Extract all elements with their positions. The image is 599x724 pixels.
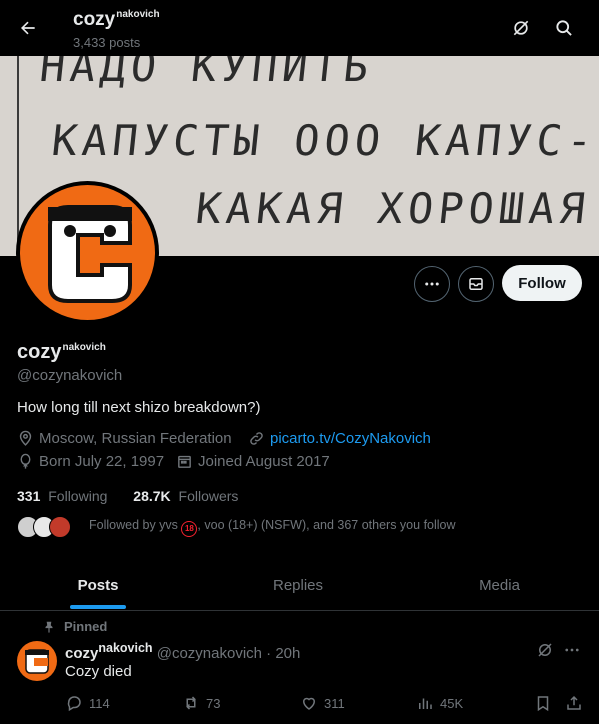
grok-slash-icon[interactable]: [507, 14, 535, 42]
share-button[interactable]: [565, 694, 583, 712]
message-button[interactable]: [458, 266, 494, 302]
profile-stats: 331 Following 28.7K Followers: [17, 488, 246, 504]
profile-joined: Joined August 2017: [176, 453, 330, 470]
more-dots-icon: [425, 282, 439, 286]
heart-icon: [302, 697, 316, 710]
repost-count: 73: [206, 695, 221, 711]
like-count: 311: [324, 695, 345, 711]
back-arrow-icon[interactable]: [14, 14, 42, 42]
banner-text-line1: НАДО КУПИТЬ: [37, 56, 376, 91]
avatar-logo-icon: [25, 649, 49, 674]
reply-icon: [67, 696, 81, 712]
display-name-text: cozy: [17, 341, 62, 363]
link-icon: [250, 432, 263, 445]
grok-slash-icon[interactable]: [536, 641, 554, 664]
tab-media[interactable]: Media: [400, 560, 599, 610]
tab-posts[interactable]: Posts: [0, 560, 196, 610]
envelope-icon: [469, 278, 483, 290]
birthday-text: Born July 22, 1997: [39, 453, 165, 470]
followed-by-prefix: Followed by yvs: [89, 517, 178, 532]
balloon-icon: [20, 453, 31, 469]
search-icon[interactable]: [550, 14, 578, 42]
location-pin-icon: [19, 430, 32, 446]
following-label: Following: [48, 488, 108, 504]
more-options-button[interactable]: [414, 266, 450, 302]
views-button[interactable]: 45K: [416, 694, 463, 712]
tweet-text: Cozy died: [65, 663, 132, 680]
following-link[interactable]: 331 Following: [17, 488, 111, 504]
active-tab-indicator: [70, 605, 126, 609]
profile-handle: @cozynakovich: [17, 367, 123, 384]
calendar-icon: [178, 455, 191, 468]
following-count: 331: [17, 488, 41, 504]
share-icon: [567, 695, 581, 710]
repost-icon: [186, 696, 196, 710]
header-name-sup: nakovich: [116, 9, 160, 20]
follower-avatar: [49, 516, 71, 538]
tweet-more-icon[interactable]: [563, 641, 581, 664]
pinned-text: Pinned: [64, 619, 108, 634]
pin-icon: [45, 621, 53, 633]
adult-badge-icon: 18: [181, 520, 198, 537]
tweet-handle-time[interactable]: @cozynakovich · 20h: [157, 645, 301, 662]
tweet-author-sup: nakovich: [98, 641, 153, 655]
display-name-sup: nakovich: [62, 342, 106, 353]
header-name-text: cozy: [73, 9, 116, 30]
location-text: Moscow, Russian Federation: [39, 430, 232, 447]
tweet-author-name[interactable]: cozynakovich: [65, 641, 153, 662]
profile-header-bar: cozynakovich 3,433 posts: [0, 0, 599, 56]
followers-link[interactable]: 28.7K Followers: [133, 488, 242, 504]
bookmark-button[interactable]: [534, 694, 552, 712]
followers-label: Followers: [178, 488, 239, 504]
tweet-author-avatar[interactable]: [17, 641, 57, 681]
followers-count: 28.7K: [133, 488, 171, 504]
profile-location: Moscow, Russian Federation: [17, 430, 232, 447]
banner-text-line3: КАКАЯ ХОРОШАЯ: [193, 184, 593, 233]
bookmark-icon: [537, 696, 549, 712]
followed-by-row[interactable]: Followed by yvs 18, voo (18+) (NSFW), an…: [17, 516, 456, 538]
header-post-count: 3,433 posts: [73, 35, 141, 50]
like-button[interactable]: 311: [300, 694, 345, 712]
profile-website[interactable]: picarto.tv/CozyNakovich: [248, 430, 431, 447]
joined-text: Joined August 2017: [198, 453, 330, 470]
tabs-divider: [0, 610, 599, 611]
tab-replies[interactable]: Replies: [200, 560, 396, 610]
followed-by-rest: , voo (18+) (NSFW), and 367 others you f…: [197, 517, 456, 532]
bar-chart-icon: [419, 698, 432, 709]
tweet-author-text: cozy: [65, 645, 99, 662]
follow-button[interactable]: Follow: [502, 265, 582, 301]
tweet-header: cozynakovich @cozynakovich · 20h: [65, 641, 300, 662]
avatar-logo-icon: [20, 185, 155, 320]
repost-button[interactable]: 73: [182, 694, 220, 712]
profile-avatar[interactable]: [16, 181, 159, 324]
profile-birthday: Born July 22, 1997: [17, 453, 164, 470]
profile-display-name: cozynakovich: [17, 341, 106, 364]
banner-text-line2: КАПУСТЫ ООО КАПУС-: [49, 116, 599, 165]
header-name: cozynakovich: [73, 9, 160, 31]
website-link[interactable]: picarto.tv/CozyNakovich: [270, 430, 431, 447]
followed-by-text: Followed by yvs 18, voo (18+) (NSFW), an…: [89, 518, 456, 537]
views-count: 45K: [440, 695, 464, 711]
reply-count: 114: [89, 695, 110, 711]
reply-button[interactable]: 114: [65, 694, 110, 712]
pinned-label: Pinned: [42, 619, 107, 634]
profile-bio: How long till next shizo breakdown?): [17, 399, 261, 416]
